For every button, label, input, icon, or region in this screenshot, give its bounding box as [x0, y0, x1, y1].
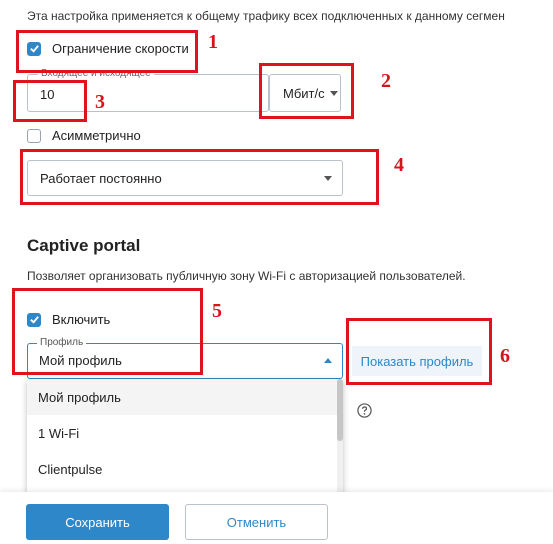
chevron-down-icon: [324, 175, 332, 181]
speed-limit-checkbox[interactable]: Ограничение скорости: [27, 41, 189, 56]
dropdown-scrollbar[interactable]: [337, 379, 343, 499]
inout-label: Входящее и исходящее: [38, 68, 154, 79]
cancel-button[interactable]: Отменить: [185, 504, 328, 540]
checkbox-empty-icon: [27, 128, 41, 143]
dropdown-option-1-wifi[interactable]: 1 Wi-Fi: [27, 415, 343, 451]
chevron-up-icon: [324, 358, 332, 363]
chevron-down-icon: [329, 90, 338, 96]
profile-label: Профиль: [37, 337, 87, 348]
speed-limit-label: Ограничение скорости: [52, 41, 189, 56]
profile-dropdown: Мой профиль 1 Wi-Fi Clientpulse: [27, 379, 343, 499]
profile-value: Мой профиль: [39, 353, 122, 368]
annotation-number-2: 2: [381, 70, 391, 92]
captive-enable-label: Включить: [52, 312, 111, 327]
inout-value: 10: [40, 87, 55, 102]
captive-enable-checkbox[interactable]: Включить: [27, 312, 110, 327]
annotation-number-4: 4: [394, 154, 404, 176]
captive-heading: Captive portal: [27, 236, 141, 255]
save-button[interactable]: Сохранить: [26, 504, 169, 540]
dropdown-option-clientpulse[interactable]: Clientpulse: [27, 451, 343, 487]
schedule-select[interactable]: Работает постоянно: [27, 160, 343, 196]
captive-description: Позволяет организовать публичную зону Wi…: [27, 269, 466, 283]
speed-description: Эта настройка применяется к общему трафи…: [27, 9, 505, 23]
schedule-value: Работает постоянно: [40, 170, 162, 186]
annotation-number-3: 3: [95, 91, 105, 113]
dropdown-option-my-profile[interactable]: Мой профиль: [27, 379, 343, 415]
footer-bar: Сохранить Отменить: [0, 492, 553, 544]
checkmark-icon: [27, 312, 41, 327]
annotation-number-1: 1: [208, 31, 218, 53]
unit-select[interactable]: Мбит/с: [269, 74, 341, 112]
question-circle-icon[interactable]: [357, 403, 372, 418]
inout-speed-input[interactable]: Входящее и исходящее 10: [27, 68, 269, 112]
show-profile-button[interactable]: Показать профиль: [352, 346, 482, 376]
profile-select[interactable]: Профиль Мой профиль: [27, 337, 343, 379]
asymmetric-label: Асимметрично: [52, 128, 141, 143]
asymmetric-checkbox[interactable]: Асимметрично: [27, 128, 141, 143]
annotation-number-6: 6: [500, 345, 510, 367]
annotation-number-5: 5: [212, 300, 222, 322]
checkmark-icon: [27, 41, 41, 56]
unit-value: Мбит/с: [283, 85, 325, 101]
scrollbar-thumb[interactable]: [337, 379, 343, 441]
